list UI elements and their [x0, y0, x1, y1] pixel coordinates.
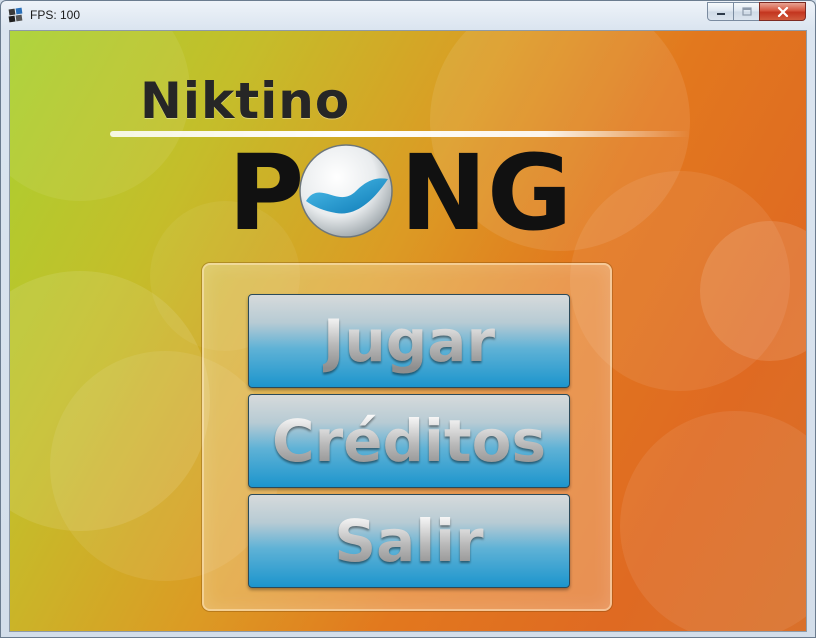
- app-icon: [8, 7, 23, 23]
- close-button[interactable]: [759, 2, 806, 21]
- bokeh-circle: [620, 411, 806, 631]
- credits-button-label: Créditos: [272, 407, 546, 475]
- minimize-icon: [716, 12, 725, 15]
- window-title: FPS: 100: [30, 8, 81, 22]
- game-canvas: Niktino P NG Jugar Créditos Salir: [9, 30, 807, 632]
- ball-icon: [299, 144, 393, 238]
- play-button[interactable]: Jugar: [248, 294, 570, 388]
- app-window: FPS: 100 Niktino P NG Jugar Créditos Sal…: [0, 0, 816, 638]
- exit-button[interactable]: Salir: [248, 494, 570, 588]
- close-icon: [777, 6, 788, 17]
- logo-underline: [110, 131, 690, 137]
- credits-button[interactable]: Créditos: [248, 394, 570, 488]
- maximize-icon: [741, 6, 752, 16]
- exit-button-label: Salir: [334, 507, 484, 575]
- title-bar[interactable]: FPS: 100: [1, 1, 815, 29]
- play-button-label: Jugar: [322, 307, 496, 375]
- logo-letter-p: P: [228, 139, 304, 239]
- maximize-button[interactable]: [733, 2, 760, 21]
- logo-letters-ng: NG: [400, 139, 572, 239]
- minimize-button[interactable]: [707, 2, 734, 21]
- brand-title: Niktino: [140, 72, 351, 130]
- pong-logo: P NG: [228, 139, 572, 239]
